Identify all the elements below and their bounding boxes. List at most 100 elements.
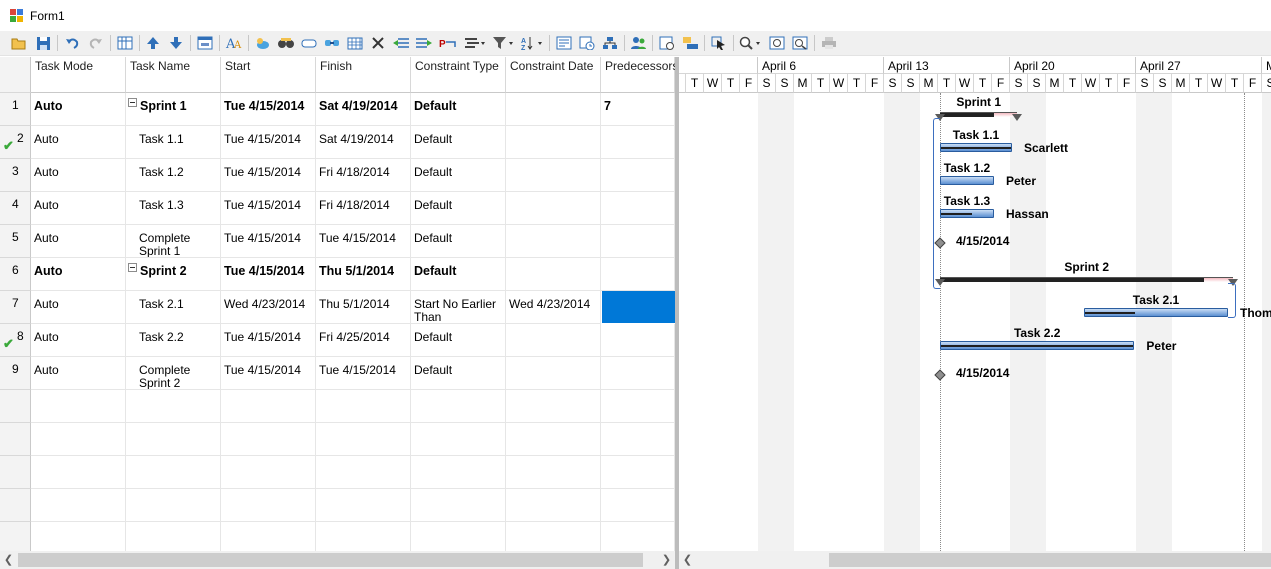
- indent-icon[interactable]: [414, 33, 434, 53]
- cell-ctype[interactable]: Default: [411, 225, 506, 258]
- scroll-left-icon[interactable]: ❮: [0, 551, 17, 569]
- cell-start[interactable]: Tue 4/15/2014: [221, 258, 316, 291]
- cell-start[interactable]: Tue 4/15/2014: [221, 126, 316, 159]
- cell-finish[interactable]: Fri 4/18/2014: [316, 192, 411, 225]
- scroll-left-icon[interactable]: ❮: [679, 551, 696, 569]
- calendar-icon[interactable]: [345, 33, 365, 53]
- sort-icon[interactable]: AZ: [520, 33, 546, 53]
- cell-pred[interactable]: 7: [601, 93, 675, 126]
- cell-finish[interactable]: Fri 4/18/2014: [316, 159, 411, 192]
- cell-ctype[interactable]: Default: [411, 192, 506, 225]
- task-info-icon[interactable]: [657, 33, 677, 53]
- link-tasks-icon[interactable]: [322, 33, 342, 53]
- cell-name[interactable]: Task 1.3: [126, 192, 221, 225]
- cell-mode[interactable]: Auto: [31, 159, 126, 192]
- task-bar[interactable]: [940, 209, 994, 218]
- cell-start[interactable]: Tue 4/15/2014: [221, 93, 316, 126]
- cell-finish[interactable]: Sat 4/19/2014: [316, 126, 411, 159]
- cell-ctype[interactable]: Default: [411, 126, 506, 159]
- resource-icon[interactable]: P: [437, 33, 457, 53]
- scroll-right-icon[interactable]: ❯: [658, 551, 675, 569]
- scroll-thumb[interactable]: [829, 553, 1271, 567]
- column-header[interactable]: Task Name: [126, 57, 221, 93]
- bar-style-icon[interactable]: [462, 33, 488, 53]
- undo-icon[interactable]: [62, 33, 82, 53]
- move-down-icon[interactable]: [166, 33, 186, 53]
- scroll-thumb[interactable]: [18, 553, 643, 567]
- cell-cdate[interactable]: [506, 126, 601, 159]
- delete-icon[interactable]: [368, 33, 388, 53]
- cell-mode[interactable]: Auto: [31, 324, 126, 357]
- gantt-horizontal-scrollbar[interactable]: ❮: [679, 551, 1271, 569]
- collapse-icon[interactable]: [128, 98, 137, 107]
- zoom-time-icon[interactable]: [790, 33, 810, 53]
- outdent-icon[interactable]: [391, 33, 411, 53]
- cell-name[interactable]: Task 2.1: [126, 291, 221, 324]
- print-icon[interactable]: [819, 33, 839, 53]
- cell-mode[interactable]: Auto: [31, 291, 126, 324]
- column-header[interactable]: Constraint Type: [411, 57, 506, 93]
- task-bar[interactable]: [940, 143, 1012, 152]
- cell-pred[interactable]: [601, 357, 675, 390]
- cell-cdate[interactable]: [506, 93, 601, 126]
- row-header[interactable]: 6: [0, 258, 31, 291]
- org-icon[interactable]: [600, 33, 620, 53]
- task-bar[interactable]: [940, 341, 1135, 350]
- window-icon[interactable]: [195, 33, 215, 53]
- row-header[interactable]: [0, 456, 31, 489]
- cell-pred[interactable]: [601, 126, 675, 159]
- cell-cdate[interactable]: [506, 159, 601, 192]
- cell-pred[interactable]: [601, 324, 675, 357]
- cloud-icon[interactable]: [253, 33, 273, 53]
- open-icon[interactable]: [9, 33, 29, 53]
- cell-name[interactable]: Task 1.2: [126, 159, 221, 192]
- cell-finish[interactable]: Fri 4/25/2014: [316, 324, 411, 357]
- cell-name[interactable]: Complete Sprint 2: [126, 357, 221, 390]
- summary-bar[interactable]: [940, 277, 1234, 282]
- pointer-icon[interactable]: [709, 33, 729, 53]
- font-icon[interactable]: AA: [224, 33, 244, 53]
- column-header[interactable]: Task Mode: [31, 57, 126, 93]
- cell-cdate[interactable]: [506, 192, 601, 225]
- summary-bar[interactable]: [940, 112, 1018, 117]
- row-header[interactable]: [0, 423, 31, 456]
- cell-start[interactable]: Tue 4/15/2014: [221, 357, 316, 390]
- row-header[interactable]: 5: [0, 225, 31, 258]
- report-icon[interactable]: [554, 33, 574, 53]
- row-header[interactable]: 7: [0, 291, 31, 324]
- cell-start[interactable]: Tue 4/15/2014: [221, 192, 316, 225]
- row-header[interactable]: 3: [0, 159, 31, 192]
- selected-cell[interactable]: [602, 291, 675, 323]
- cell-ctype[interactable]: Default: [411, 357, 506, 390]
- cell-pred[interactable]: [601, 192, 675, 225]
- column-header[interactable]: Constraint Date: [506, 57, 601, 93]
- cell-finish[interactable]: Thu 5/1/2014: [316, 258, 411, 291]
- cell-start[interactable]: Tue 4/15/2014: [221, 159, 316, 192]
- cell-name[interactable]: Task 2.2: [126, 324, 221, 357]
- row-header[interactable]: [0, 522, 31, 551]
- save-icon[interactable]: [33, 33, 53, 53]
- filter-icon[interactable]: [491, 33, 517, 53]
- cell-name[interactable]: Complete Sprint 1: [126, 225, 221, 258]
- cell-ctype[interactable]: Start No Earlier Than: [411, 291, 506, 324]
- task-bar[interactable]: [1084, 308, 1228, 317]
- schedule-icon[interactable]: [577, 33, 597, 53]
- row-header[interactable]: 8 ✔: [0, 324, 31, 357]
- cell-pred[interactable]: [601, 258, 675, 291]
- cell-finish[interactable]: Sat 4/19/2014: [316, 93, 411, 126]
- task-bar[interactable]: [940, 176, 994, 185]
- cell-pred[interactable]: [601, 225, 675, 258]
- column-header[interactable]: Finish: [316, 57, 411, 93]
- redo-icon[interactable]: [86, 33, 106, 53]
- cell-pred[interactable]: [601, 159, 675, 192]
- cell-cdate[interactable]: [506, 324, 601, 357]
- cell-name[interactable]: Task 1.1: [126, 126, 221, 159]
- cell-ctype[interactable]: Default: [411, 258, 506, 291]
- cell-mode[interactable]: Auto: [31, 192, 126, 225]
- milestone-diamond[interactable]: [934, 369, 946, 381]
- row-header[interactable]: 4: [0, 192, 31, 225]
- cell-start[interactable]: Tue 4/15/2014: [221, 225, 316, 258]
- row-header[interactable]: [0, 390, 31, 423]
- cell-finish[interactable]: Thu 5/1/2014: [316, 291, 411, 324]
- move-up-icon[interactable]: [143, 33, 163, 53]
